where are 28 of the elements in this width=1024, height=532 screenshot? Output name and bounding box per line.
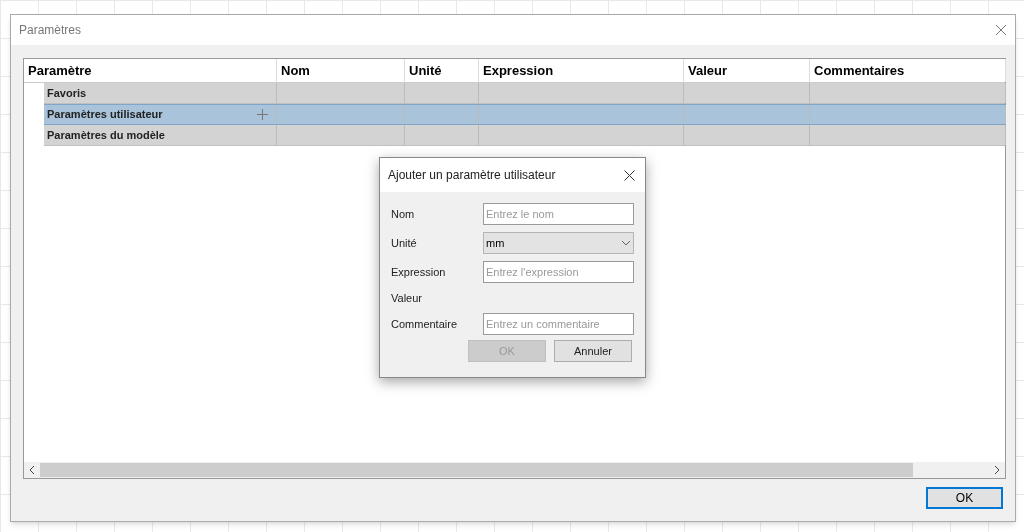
field-label: Nom [391,206,416,222]
column-header[interactable]: Commentaires [810,59,1006,82]
ok-button[interactable]: OK [926,487,1003,509]
column-header[interactable]: Valeur [684,59,810,82]
field-label: Commentaire [391,316,459,332]
column-header[interactable]: Unité [405,59,479,82]
row-label: Paramètres utilisateur [47,107,163,123]
row-label: Favoris [47,85,87,101]
table-row[interactable]: Paramètres du modèle [44,125,1005,146]
unit-dropdown[interactable]: mm [483,232,634,254]
column-header[interactable]: Expression [479,59,684,82]
row-label: Paramètres du modèle [47,127,165,143]
text-field[interactable]: Entrez l'expression [483,261,634,283]
field-label: Valeur [391,290,423,306]
field-label: Unité [391,235,418,251]
text-field[interactable]: Entrez un commentaire [483,313,634,335]
table-row[interactable]: Paramètres utilisateur [44,104,1005,125]
field-label: Expression [391,264,447,280]
window-title: Paramètres [19,22,82,39]
text-field[interactable]: Entrez le nom [483,203,634,225]
close-icon[interactable] [624,169,635,181]
chevron-down-icon [621,240,631,246]
scrollbar-thumb[interactable] [40,463,913,477]
column-header[interactable]: Nom [277,59,405,82]
cancel-button[interactable]: Annuler [554,340,632,362]
dialog-title: Ajouter un paramètre utilisateur [388,167,556,184]
column-header[interactable]: Paramètre [24,59,277,82]
table-row[interactable]: Favoris [44,83,1005,104]
